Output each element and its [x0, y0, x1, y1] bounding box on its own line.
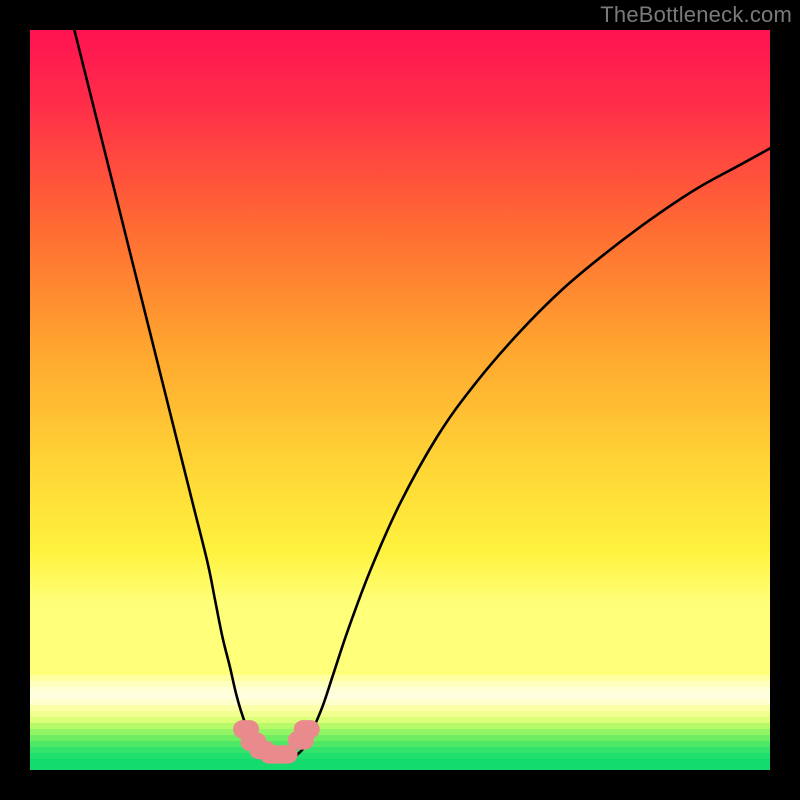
gradient-background	[30, 30, 770, 681]
plot-svg	[30, 30, 770, 770]
plot-area	[30, 30, 770, 770]
chart-frame: TheBottleneck.com	[0, 0, 800, 800]
pale-band	[30, 675, 770, 723]
green-band	[30, 723, 770, 770]
watermark-text: TheBottleneck.com	[600, 2, 792, 28]
